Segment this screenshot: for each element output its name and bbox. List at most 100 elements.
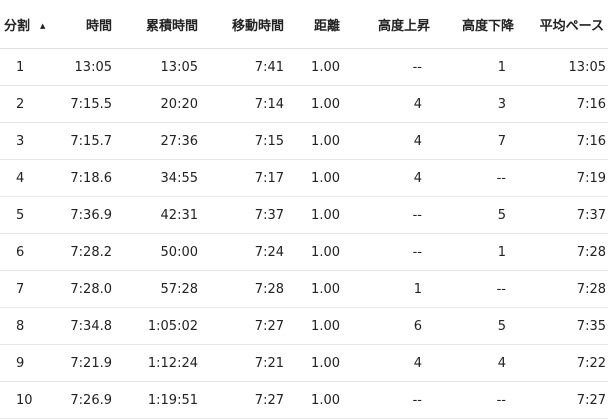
elevation-loss-cell: 7 [434,122,518,160]
table-row: 5 7:36.9 42:31 7:37 1.00 -- 5 7:37 [0,196,608,234]
table-row: 8 7:34.8 1:05:02 7:27 1.00 6 5 7:35 [0,307,608,345]
moving-time-cell: 7:21 [202,344,288,382]
split-time-cell: 7:28.0 [60,270,116,308]
elevation-gain-cell: 4 [344,344,434,382]
elevation-loss-cell: -- [434,381,518,419]
cumulative-time-cell: 13:05 [116,48,202,86]
distance-cell: 1.00 [288,122,344,160]
splits-table: 分割 ▲ 時間 累積時間 移動時間 距離 高度上昇 高度下降 平均ペース 1 13:… [0,0,608,419]
table-row: 4 7:18.6 34:55 7:17 1.00 4 -- 7:19 [0,159,608,197]
cumulative-time-cell: 27:36 [116,122,202,160]
split-time-cell: 7:28.2 [60,233,116,271]
header-row: 分割 ▲ 時間 累積時間 移動時間 距離 高度上昇 高度下降 平均ペース [0,0,608,49]
elevation-loss-cell: -- [434,159,518,197]
cumulative-time-cell: 50:00 [116,233,202,271]
cumulative-time-cell: 1:19:51 [116,381,202,419]
table-row: 1 13:05 13:05 7:41 1.00 -- 1 13:05 [0,48,608,86]
elevation-gain-cell: 1 [344,270,434,308]
table-row: 3 7:15.7 27:36 7:15 1.00 4 7 7:16 [0,122,608,160]
split-time-cell: 7:15.5 [60,85,116,123]
split-number-cell: 3 [0,122,60,160]
elevation-loss-cell: 4 [434,344,518,382]
elevation-loss-cell: 1 [434,233,518,271]
column-header-time[interactable]: 時間 [60,0,116,49]
table-row: 9 7:21.9 1:12:24 7:21 1.00 4 4 7:22 [0,344,608,382]
moving-time-cell: 7:17 [202,159,288,197]
split-number-cell: 6 [0,233,60,271]
avg-pace-cell: 7:16 [518,122,608,160]
moving-time-cell: 7:15 [202,122,288,160]
avg-pace-cell: 7:35 [518,307,608,345]
elevation-gain-cell: -- [344,233,434,271]
column-header-moving-time[interactable]: 移動時間 [202,0,288,49]
column-header-avg-pace[interactable]: 平均ペース [518,0,608,49]
split-number-cell: 1 [0,48,60,86]
avg-pace-cell: 7:16 [518,85,608,123]
elevation-gain-cell: 4 [344,159,434,197]
column-header-distance[interactable]: 距離 [288,0,344,49]
avg-pace-cell: 7:22 [518,344,608,382]
split-number-cell: 8 [0,307,60,345]
cumulative-time-cell: 20:20 [116,85,202,123]
column-header-elevation-loss[interactable]: 高度下降 [434,0,518,49]
distance-cell: 1.00 [288,85,344,123]
split-time-cell: 7:26.9 [60,381,116,419]
table-row: 6 7:28.2 50:00 7:24 1.00 -- 1 7:28 [0,233,608,271]
column-header-elevation-gain[interactable]: 高度上昇 [344,0,434,49]
avg-pace-cell: 7:28 [518,270,608,308]
elevation-gain-cell: -- [344,48,434,86]
cumulative-time-cell: 1:12:24 [116,344,202,382]
distance-cell: 1.00 [288,381,344,419]
moving-time-cell: 7:41 [202,48,288,86]
table-row: 10 7:26.9 1:19:51 7:27 1.00 -- -- 7:27 [0,381,608,419]
distance-cell: 1.00 [288,159,344,197]
split-time-cell: 7:21.9 [60,344,116,382]
split-number-cell: 5 [0,196,60,234]
split-number-cell: 7 [0,270,60,308]
moving-time-cell: 7:24 [202,233,288,271]
elevation-loss-cell: 3 [434,85,518,123]
moving-time-cell: 7:27 [202,381,288,419]
distance-cell: 1.00 [288,270,344,308]
elevation-gain-cell: 4 [344,85,434,123]
split-time-cell: 13:05 [60,48,116,86]
elevation-gain-cell: -- [344,381,434,419]
table-row: 7 7:28.0 57:28 7:28 1.00 1 -- 7:28 [0,270,608,308]
splits-table-body: 1 13:05 13:05 7:41 1.00 -- 1 13:05 2 7:15.5 20:20 7… [0,48,608,419]
cumulative-time-cell: 34:55 [116,159,202,197]
elevation-loss-cell: -- [434,270,518,308]
split-number-cell: 2 [0,85,60,123]
avg-pace-cell: 7:28 [518,233,608,271]
distance-cell: 1.00 [288,233,344,271]
elevation-loss-cell: 1 [434,48,518,86]
cumulative-time-cell: 1:05:02 [116,307,202,345]
moving-time-cell: 7:37 [202,196,288,234]
distance-cell: 1.00 [288,196,344,234]
distance-cell: 1.00 [288,344,344,382]
split-time-cell: 7:34.8 [60,307,116,345]
moving-time-cell: 7:28 [202,270,288,308]
split-time-cell: 7:18.6 [60,159,116,197]
sort-ascending-icon: ▲ [40,21,46,30]
cumulative-time-cell: 42:31 [116,196,202,234]
elevation-gain-cell: 4 [344,122,434,160]
cumulative-time-cell: 57:28 [116,270,202,308]
elevation-gain-cell: 6 [344,307,434,345]
splits-table-header: 分割 ▲ 時間 累積時間 移動時間 距離 高度上昇 高度下降 平均ペース [0,0,608,49]
elevation-loss-cell: 5 [434,307,518,345]
elevation-gain-cell: -- [344,196,434,234]
distance-cell: 1.00 [288,48,344,86]
column-header-label: 分割 [4,18,31,34]
split-number-cell: 4 [0,159,60,197]
table-row: 2 7:15.5 20:20 7:14 1.00 4 3 7:16 [0,85,608,123]
avg-pace-cell: 7:19 [518,159,608,197]
avg-pace-cell: 7:27 [518,381,608,419]
split-time-cell: 7:36.9 [60,196,116,234]
split-number-cell: 10 [0,381,60,419]
avg-pace-cell: 13:05 [518,48,608,86]
elevation-loss-cell: 5 [434,196,518,234]
moving-time-cell: 7:14 [202,85,288,123]
column-header-cumulative-time[interactable]: 累積時間 [116,0,202,49]
column-header-split[interactable]: 分割 ▲ [0,0,60,49]
split-number-cell: 9 [0,344,60,382]
